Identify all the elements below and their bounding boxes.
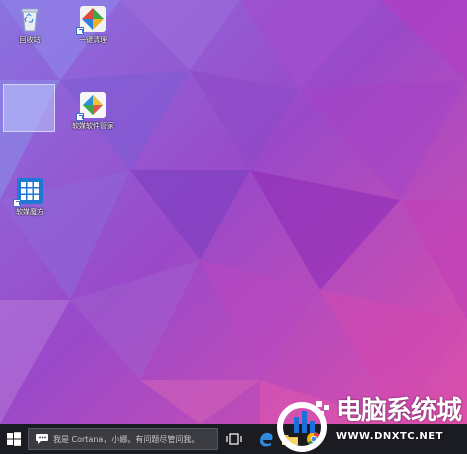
watermark-title: 电脑系统城 [336, 396, 462, 426]
desktop-icon-one-click-clean[interactable]: 一键清理 [65, 4, 121, 45]
shortcut-arrow-icon [13, 199, 21, 207]
broom-icon [76, 4, 108, 35]
watermark-logo-icon [277, 401, 329, 452]
shortcut-arrow-icon [76, 27, 84, 35]
software-manager-icon [76, 90, 108, 121]
cortana-speech-icon [36, 434, 48, 444]
shortcut-arrow-icon [76, 113, 84, 121]
desktop-icon-recycle-bin[interactable]: 回收站 [2, 4, 58, 45]
cortana-search-box[interactable]: 我是 Cortana，小娜。有问题尽管问我。 [28, 428, 218, 450]
recycle-bin-label: 回收站 [19, 36, 41, 44]
software-manager-label: 软媒软件管家 [72, 122, 114, 130]
desktop-icon-software-manager[interactable]: 软媒软件管家 [65, 90, 121, 131]
task-view-icon [226, 433, 242, 445]
task-view-button[interactable] [224, 429, 244, 449]
site-watermark: 电脑系统城 WWW.DNXTC.NET [272, 395, 467, 454]
cortana-placeholder: 我是 Cortana，小娜。有问题尽管问我。 [53, 435, 200, 444]
one-click-clean-label: 一键清理 [79, 36, 107, 44]
wallpaper [0, 0, 467, 454]
recycle-bin-icon [15, 4, 45, 34]
desktop[interactable]: 回收站 一键清理 软媒软件管家 软媒魔方 我是 Cortana，小娜。有问题尽管… [0, 0, 467, 454]
windows-logo-icon [7, 432, 21, 446]
selection-highlight [3, 84, 55, 132]
ruanmei-mofang-label: 软媒魔方 [16, 208, 44, 216]
cube-icon [13, 176, 45, 207]
watermark-url: WWW.DNXTC.NET [336, 431, 443, 442]
desktop-icon-ruanmei-mofang[interactable]: 软媒魔方 [2, 176, 58, 217]
start-button[interactable] [5, 430, 23, 448]
